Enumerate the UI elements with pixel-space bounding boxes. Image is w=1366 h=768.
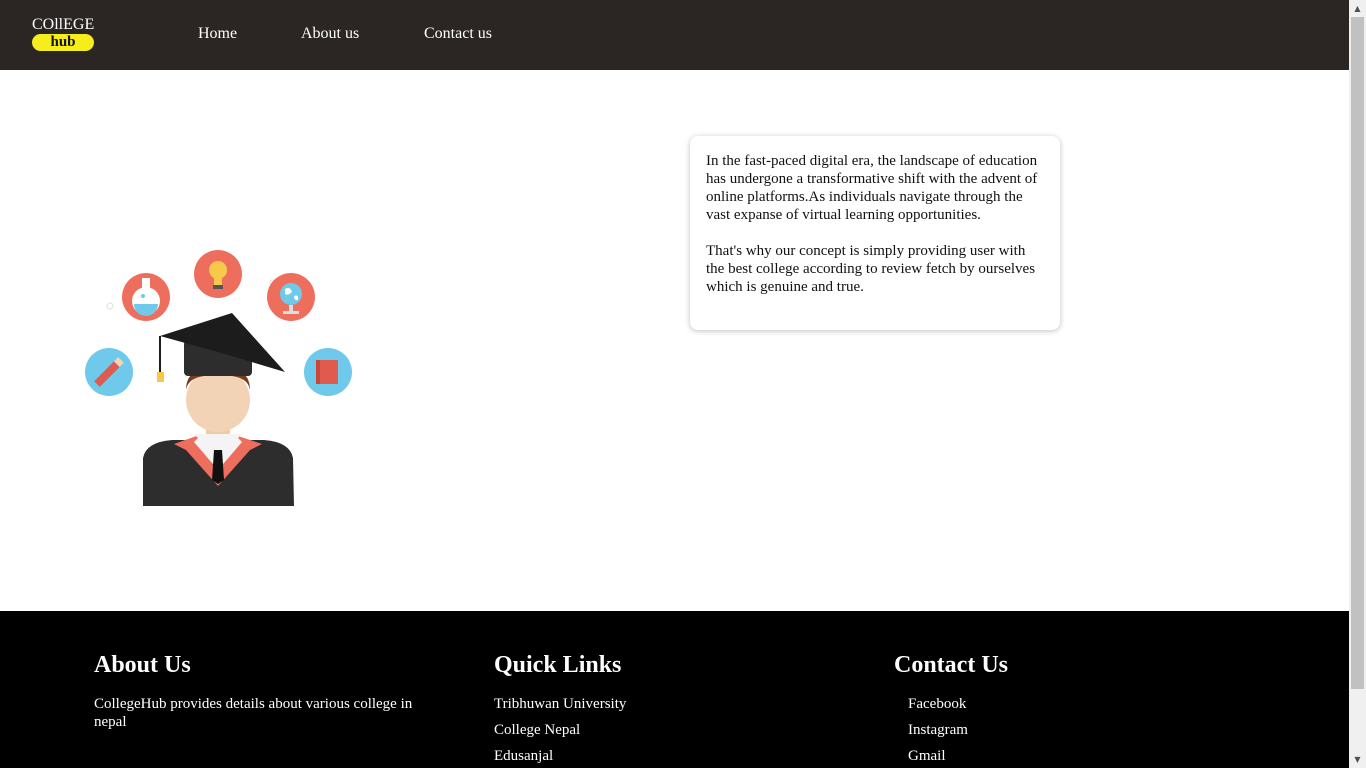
quick-link-edusanjal[interactable]: Edusanjal: [494, 743, 626, 768]
scroll-up-arrow-icon[interactable]: ▲: [1349, 0, 1366, 17]
scrollbar-thumb[interactable]: [1351, 17, 1364, 689]
logo-badge: hub: [32, 34, 94, 51]
scroll-down-arrow-icon[interactable]: ▼: [1349, 751, 1366, 768]
contact-link-instagram[interactable]: Instagram: [894, 717, 1008, 743]
graduate-avatar: [143, 313, 294, 506]
pencil-icon: [85, 348, 133, 396]
info-card: In the fast-paced digital era, the lands…: [690, 136, 1060, 330]
footer-about-title: About Us: [94, 652, 191, 678]
globe-icon: [267, 273, 315, 321]
nav-home-link[interactable]: Home: [198, 25, 237, 43]
vertical-scrollbar[interactable]: ▲ ▼: [1349, 0, 1366, 768]
footer: About Us CollegeHub provides details abo…: [0, 611, 1349, 768]
graduate-illustration: [82, 244, 356, 510]
quick-link-college-nepal[interactable]: College Nepal: [494, 717, 626, 743]
quick-link-tribhuwan[interactable]: Tribhuwan University: [494, 691, 626, 717]
logo[interactable]: COllEGE hub: [32, 16, 94, 51]
footer-contact: Contact Us Facebook Instagram Gmail: [894, 651, 1008, 768]
info-paragraph-concept: That's why our concept is simply providi…: [706, 243, 1036, 295]
contact-link-facebook[interactable]: Facebook: [894, 691, 1008, 717]
nav-about-link[interactable]: About us: [301, 25, 359, 43]
info-paragraph-intro: In the fast-paced digital era, the lands…: [706, 153, 1038, 223]
book-icon: [304, 348, 352, 396]
logo-text: COllEGE: [32, 16, 95, 33]
footer-quick-links-title: Quick Links: [494, 652, 622, 678]
lightbulb-icon: [194, 250, 242, 298]
contact-link-gmail[interactable]: Gmail: [894, 743, 1008, 768]
nav-contact-link[interactable]: Contact us: [424, 25, 492, 43]
footer-about-text: CollegeHub provides details about variou…: [94, 696, 413, 730]
flask-icon: [122, 273, 170, 321]
navbar: COllEGE hub Home About us Contact us: [0, 0, 1349, 70]
footer-quick-links: Quick Links Tribhuwan University College…: [494, 651, 626, 768]
footer-about: About Us CollegeHub provides details abo…: [94, 651, 444, 731]
footer-contact-title: Contact Us: [894, 652, 1008, 678]
